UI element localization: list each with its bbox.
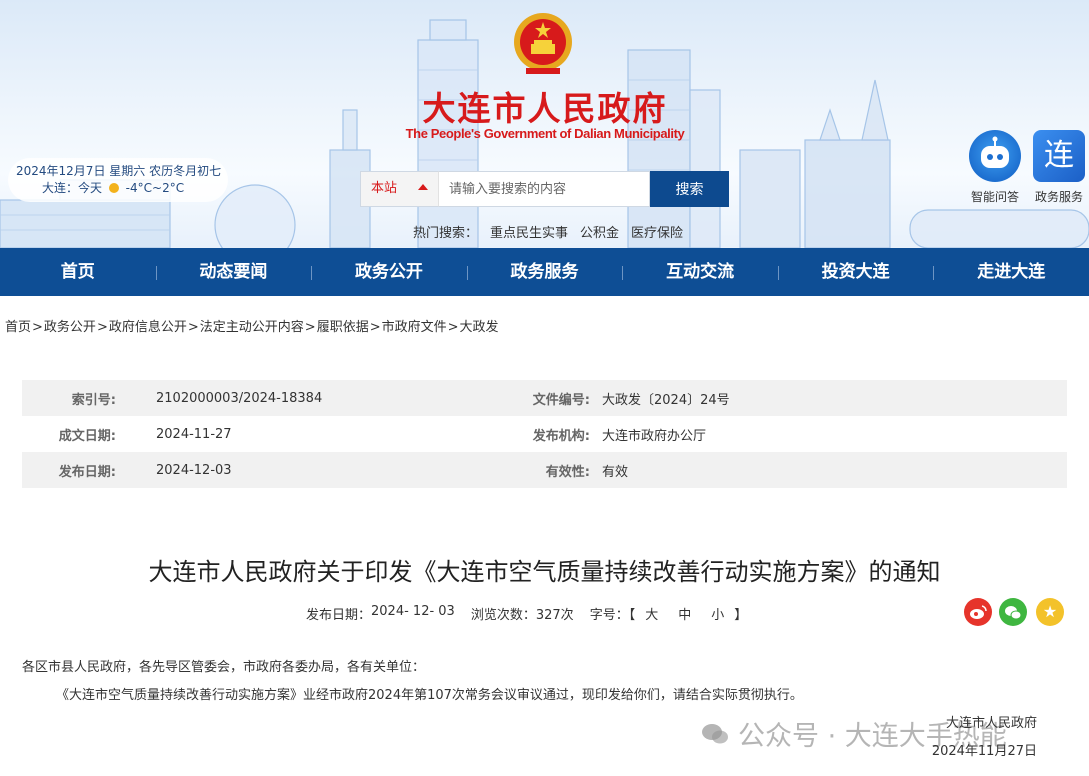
pub-date: 2024- 12- 03 <box>371 604 455 619</box>
meta-value: 2102000003/2024-18384 <box>156 390 323 406</box>
quick-link-gov-label: 政务服务 <box>1034 190 1083 204</box>
meta-row: 成文日期: 2024-11-27 发布机构: 大连市政府办公厅 <box>22 416 1067 452</box>
font-size-large-button[interactable]: 大 <box>645 604 658 623</box>
search-input[interactable] <box>438 171 650 207</box>
meta-key: 发布机构: <box>532 428 590 444</box>
views-count: 327次 <box>535 608 574 623</box>
article-sign-date: 2024年11月27日 <box>931 744 1037 759</box>
meta-key: 成文日期: <box>58 428 116 444</box>
quick-link-ai-label: 智能问答 <box>970 190 1019 204</box>
meta-key: 索引号: <box>71 392 116 408</box>
quick-link-ai-qa[interactable]: 智能问答 <box>960 130 1030 205</box>
meta-value: 2024-12-03 <box>156 462 232 478</box>
main-nav: 首页 动态要闻 政务公开 政务服务 互动交流 投资大连 走进大连 <box>0 248 1089 296</box>
views-label: 浏览次数： <box>470 608 536 623</box>
search-scope-select[interactable]: 本站 <box>360 171 438 207</box>
sun-icon <box>108 183 119 193</box>
quick-link-gov-service[interactable]: 连 政务服务 <box>1024 130 1089 205</box>
font-size-medium-button[interactable]: 中 <box>678 604 691 623</box>
font-size-close: 】 <box>734 608 748 623</box>
document-meta-table: 索引号: 2102000003/2024-18384 文件编号: 大政发〔202… <box>22 380 1067 488</box>
article-paragraph: 各区市县人民政府，各先导区管委会，市政府各委办局，各有关单位： <box>22 660 426 675</box>
search-button[interactable]: 搜索 <box>650 171 729 207</box>
site-title[interactable]: 大连市人民政府 <box>410 82 680 130</box>
weather-line: 大连：今天 -4°C~2°C <box>16 180 228 197</box>
gov-service-logo-icon: 连 <box>1033 130 1085 182</box>
weather-temp: -4°C~2°C <box>125 181 185 195</box>
nav-item-gov-service[interactable]: 政务服务 <box>466 248 623 296</box>
nav-item-interaction[interactable]: 互动交流 <box>622 248 778 296</box>
font-size-small-button[interactable]: 小 <box>711 604 724 623</box>
date-weather-box: 2024年12月7日 星期六 农历冬月初七 大连：今天 -4°C~2°C <box>8 158 228 202</box>
meta-value: 2024-11-27 <box>156 426 232 442</box>
caret-up-icon <box>418 184 428 190</box>
meta-key: 文件编号: <box>532 392 590 408</box>
breadcrumb-item[interactable]: 法定主动公开内容 <box>200 320 304 335</box>
breadcrumb-item[interactable]: 大政发 <box>460 320 499 335</box>
meta-key: 发布日期: <box>58 464 116 480</box>
share-wechat-icon[interactable] <box>999 598 1027 626</box>
meta-value: 大政发〔2024〕24号 <box>602 392 730 408</box>
font-size-label: 字号：【 <box>589 608 636 623</box>
article-signature: 大连市人民政府 <box>945 716 1037 731</box>
hot-search-item[interactable]: 公积金 <box>580 222 619 241</box>
nav-item-home[interactable]: 首页 <box>0 248 156 296</box>
meta-value: 有效 <box>602 464 629 480</box>
breadcrumb: 首页>政务公开>政府信息公开>法定主动公开内容>履职依据>市政府文件>大政发 <box>5 320 499 335</box>
article-info: 发布日期： 2024- 12- 03 浏览次数： 327次 字号：【 大 中 小… <box>306 604 747 623</box>
article-title: 大连市人民政府关于印发《大连市空气质量持续改善行动实施方案》的通知 <box>148 558 941 586</box>
meta-row: 发布日期: 2024-12-03 有效性: 有效 <box>22 452 1067 488</box>
search-scope-label: 本站 <box>371 181 398 196</box>
meta-row: 索引号: 2102000003/2024-18384 文件编号: 大政发〔202… <box>22 380 1067 416</box>
nav-item-about[interactable]: 走进大连 <box>933 248 1089 296</box>
hot-search-label: 热门搜索： <box>413 226 479 241</box>
search-bar: 本站 搜索 <box>360 171 729 207</box>
breadcrumb-item[interactable]: 政务公开 <box>44 320 96 335</box>
hot-search-item[interactable]: 医疗保险 <box>631 222 683 241</box>
date-line: 2024年12月7日 星期六 农历冬月初七 <box>16 164 222 178</box>
breadcrumb-item[interactable]: 政府信息公开 <box>109 320 187 335</box>
nav-item-news[interactable]: 动态要闻 <box>155 248 312 296</box>
wechat-logo-icon <box>700 721 730 747</box>
hot-search-item[interactable]: 重点民生实事 <box>490 222 568 241</box>
breadcrumb-item[interactable]: 首页 <box>5 320 31 335</box>
article-paragraph: 《大连市空气质量持续改善行动实施方案》业经市政府2024年第107次常务会议审议… <box>56 688 803 703</box>
breadcrumb-item[interactable]: 履职依据 <box>317 320 369 335</box>
meta-value: 大连市政府办公厅 <box>602 428 707 444</box>
site-header: 大连市人民政府 The People's Government of Dalia… <box>0 0 1089 248</box>
nav-item-gov-open[interactable]: 政务公开 <box>311 248 467 296</box>
breadcrumb-item[interactable]: 市政府文件 <box>382 320 447 335</box>
nav-item-invest[interactable]: 投资大连 <box>777 248 934 296</box>
site-subtitle-en: The People's Government of Dalian Munici… <box>405 126 685 141</box>
hot-search: 热门搜索： 重点民生实事 公积金 医疗保险 <box>413 222 683 241</box>
weather-city: 大连：今天 <box>42 181 103 195</box>
meta-key: 有效性: <box>545 464 590 480</box>
robot-icon <box>969 130 1021 182</box>
national-emblem-icon <box>514 13 572 74</box>
pub-date-label: 发布日期： <box>306 608 372 623</box>
share-weibo-icon[interactable] <box>964 598 992 626</box>
favorite-star-icon[interactable]: ★ <box>1036 598 1064 626</box>
